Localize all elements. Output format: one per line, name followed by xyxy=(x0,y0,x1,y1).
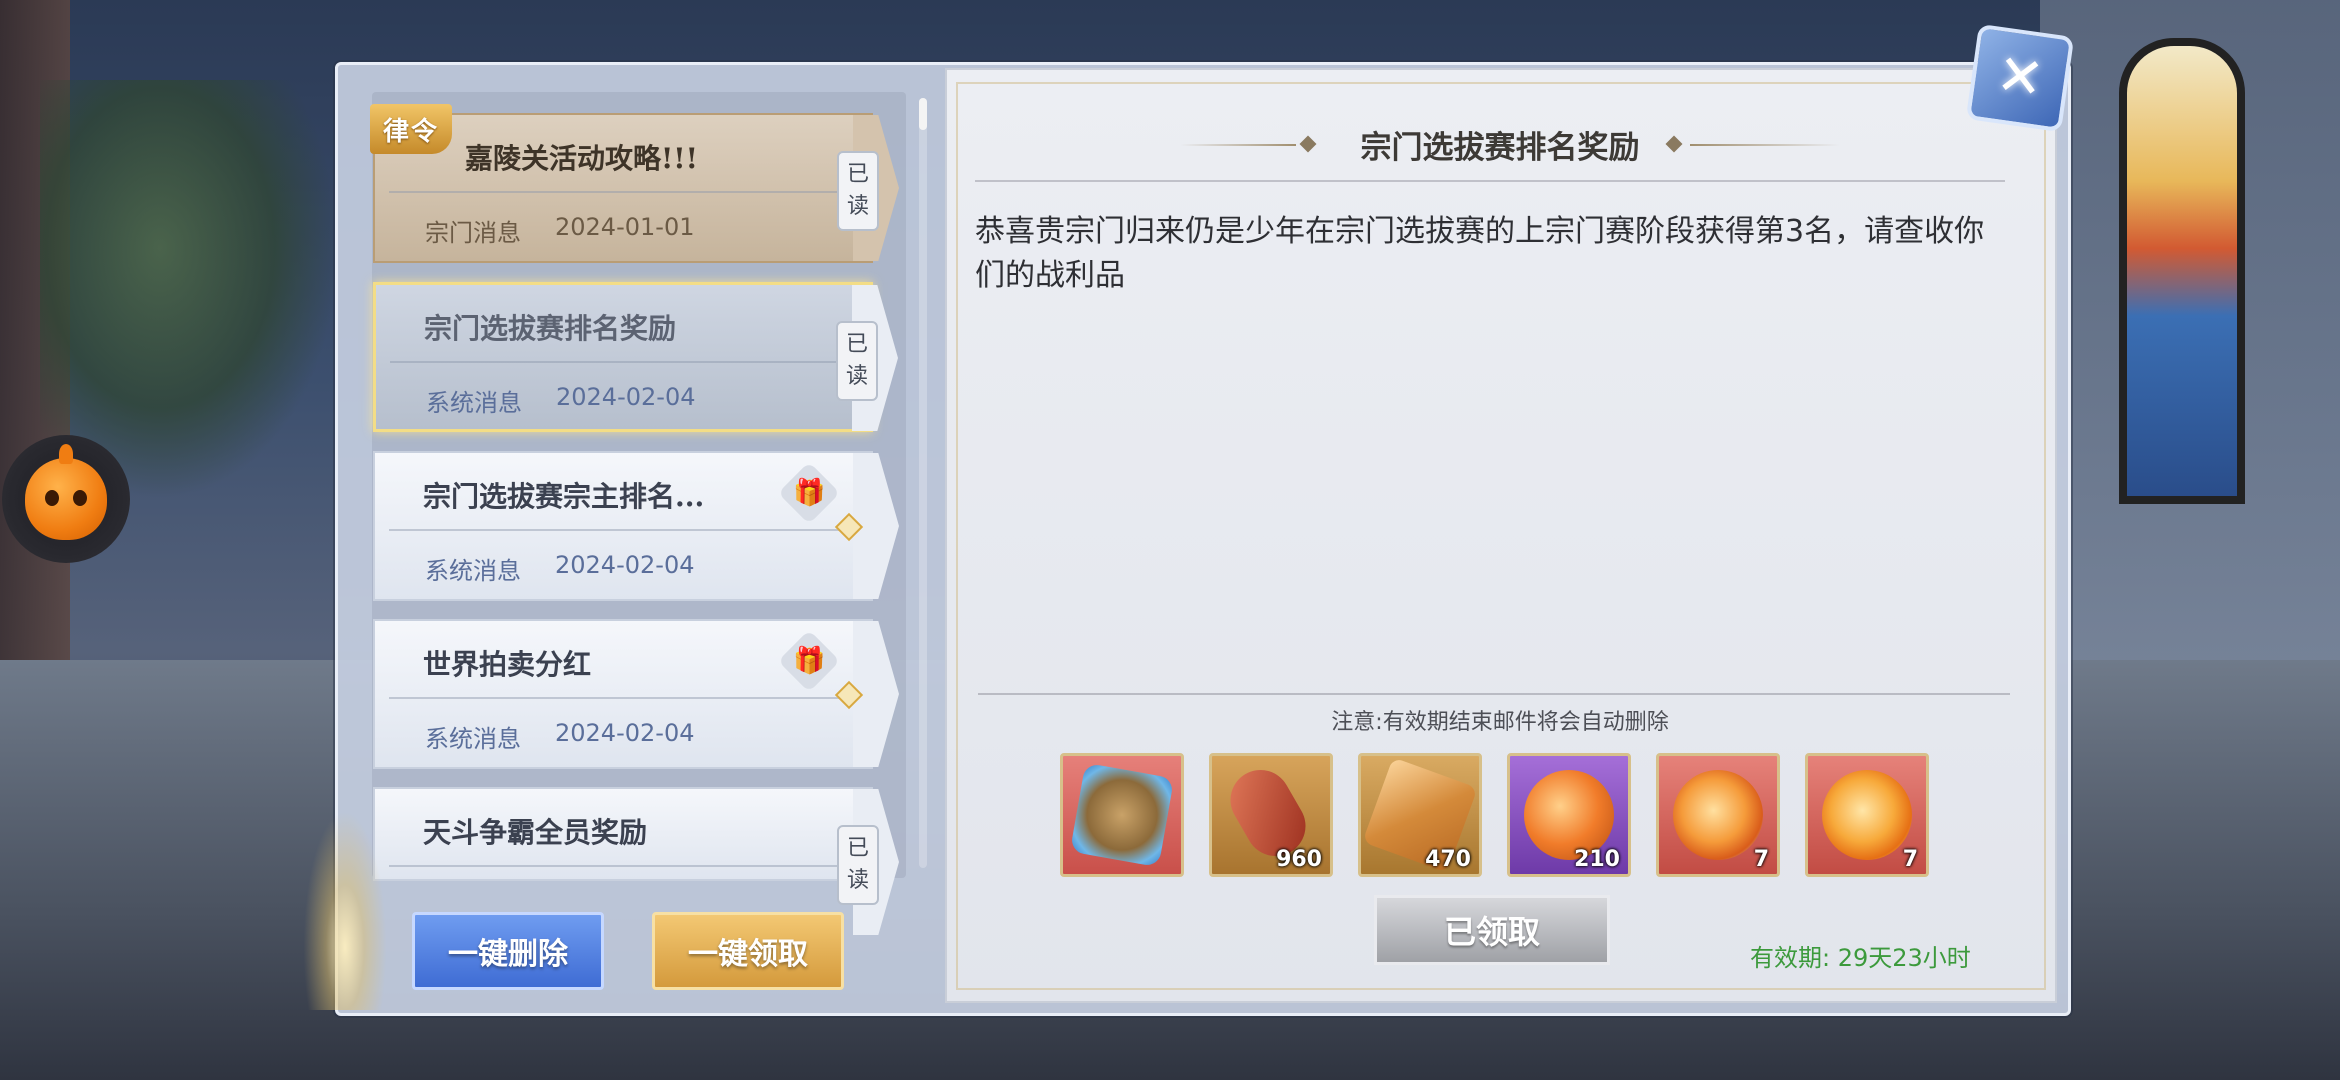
reward-item[interactable]: 7 xyxy=(1805,753,1929,877)
close-icon: ✕ xyxy=(1992,42,2048,113)
reward-item[interactable]: 7 xyxy=(1656,753,1780,877)
close-button[interactable]: ✕ xyxy=(1965,23,2075,133)
reward-item[interactable] xyxy=(1060,753,1184,877)
reward-qty: 470 xyxy=(1425,847,1471,872)
mail-sender: 系统消息 xyxy=(425,557,521,585)
reward-qty: 7 xyxy=(1902,847,1918,872)
claim-all-button[interactable]: 一键领取 xyxy=(652,912,844,990)
reward-qty: 7 xyxy=(1753,847,1769,872)
mail-date: 2024-02-04 xyxy=(555,719,695,747)
gift-icon: 🎁 xyxy=(777,629,841,693)
mail-title: 天斗争霸全员奖励 xyxy=(423,816,648,849)
reward-qty: 960 xyxy=(1276,847,1322,872)
delete-all-button[interactable]: 一键删除 xyxy=(412,912,604,990)
mail-body: 恭喜贵宗门归来仍是少年在宗门选拔赛的上宗门赛阶段获得第3名，请查收你们的战利品 xyxy=(975,214,1985,293)
mail-title: 宗门选拔赛宗主排名... xyxy=(423,480,705,513)
reward-qty: 210 xyxy=(1574,847,1620,872)
mail-item-selected[interactable]: 宗门选拔赛排名奖励 系统消息 2024-02-04 已读 xyxy=(373,282,898,432)
ribbon-badge: 律令 xyxy=(370,104,452,154)
mail-sender: 系统消息 xyxy=(425,725,521,753)
mail-date: 2024-01-01 xyxy=(555,213,695,241)
stained-glass-window xyxy=(2119,38,2245,504)
frame-icon xyxy=(1069,762,1175,868)
reward-item[interactable]: 960 xyxy=(1209,753,1333,877)
mail-item[interactable]: 世界拍卖分红 系统消息 2024-02-04 🎁 xyxy=(373,619,899,769)
validity-text: 有效期: 29天23小时 xyxy=(1750,938,1971,973)
mail-title: 嘉陵关活动攻略!!! xyxy=(465,142,698,175)
scrollbar-thumb[interactable] xyxy=(919,98,927,130)
reward-item[interactable]: 470 xyxy=(1358,753,1482,877)
mail-date: 2024-02-04 xyxy=(555,551,695,579)
mail-item[interactable]: 天斗争霸全员奖励 已读 xyxy=(373,787,899,935)
read-badge: 已读 xyxy=(836,321,878,401)
expiry-notice: 注意:有效期结束邮件将会自动删除 xyxy=(1331,710,1669,735)
mail-item[interactable]: 宗门选拔赛宗主排名... 系统消息 2024-02-04 🎁 xyxy=(373,451,899,601)
mail-date: 2024-02-04 xyxy=(556,383,696,411)
claimed-button[interactable]: 已领取 xyxy=(1374,895,1610,965)
mascot-icon xyxy=(25,444,107,540)
mascot-avatar-button[interactable] xyxy=(2,435,130,563)
orb-silver-icon xyxy=(1673,770,1763,860)
mail-title: 世界拍卖分红 xyxy=(423,648,592,681)
mail-list-scrollbar[interactable] xyxy=(919,98,927,868)
mail-title: 宗门选拔赛排名奖励 xyxy=(424,312,677,345)
mail-sender: 宗门消息 xyxy=(425,219,521,247)
validity-label: 有效期: xyxy=(1750,944,1831,972)
orb-gold-icon xyxy=(1822,770,1912,860)
flourish-decoration xyxy=(300,800,390,1010)
mail-sender: 系统消息 xyxy=(426,389,522,417)
read-badge: 已读 xyxy=(837,825,879,905)
gift-icon: 🎁 xyxy=(777,461,841,525)
validity-value: 29天23小时 xyxy=(1837,944,1971,972)
reward-item[interactable]: 210 xyxy=(1507,753,1631,877)
read-badge: 已读 xyxy=(837,151,879,231)
